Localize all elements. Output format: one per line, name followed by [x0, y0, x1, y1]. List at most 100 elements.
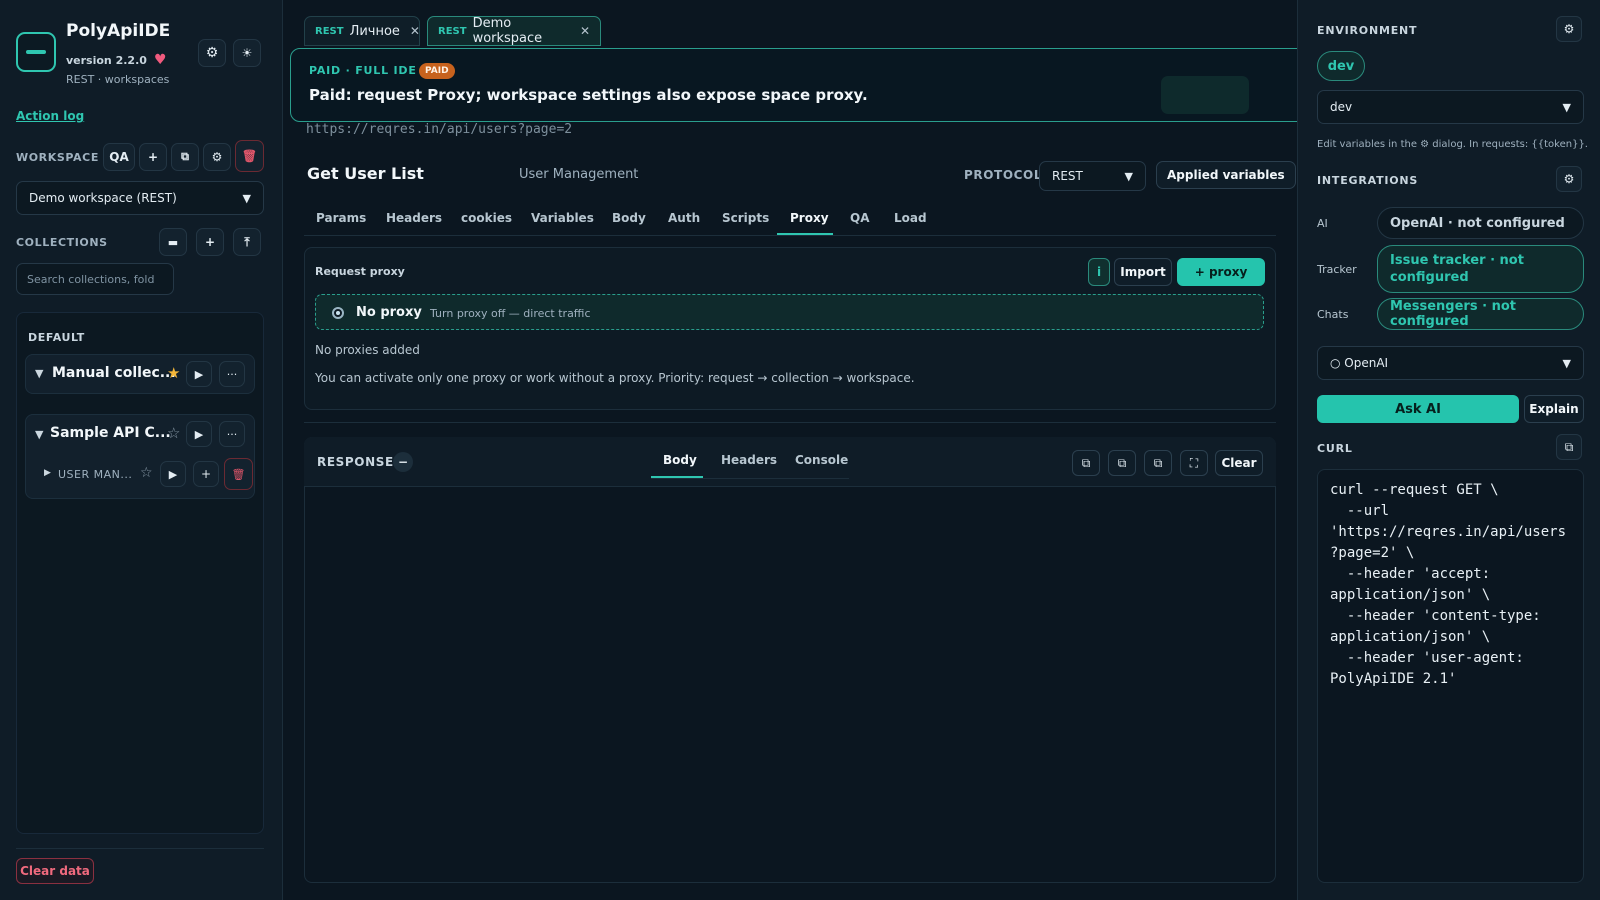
- star-icon[interactable]: ★: [167, 364, 180, 382]
- tab-scripts[interactable]: Scripts: [722, 211, 769, 225]
- integration-name-tracker: Tracker: [1317, 263, 1357, 276]
- response-tab-body[interactable]: Body: [663, 453, 697, 467]
- star-outline-icon[interactable]: ☆: [140, 465, 153, 481]
- tab-cookies[interactable]: cookies: [461, 211, 512, 225]
- tab-headers[interactable]: Headers: [386, 211, 442, 225]
- add-workspace-button[interactable]: +: [139, 143, 167, 171]
- request-title[interactable]: Get User List: [307, 164, 424, 183]
- tab-qa[interactable]: QA: [850, 211, 870, 225]
- add-collection-button[interactable]: +: [196, 228, 224, 256]
- tab-variables[interactable]: Variables: [531, 211, 594, 225]
- no-proxy-option[interactable]: No proxy Turn proxy off — direct traffic: [315, 294, 1264, 330]
- protocol-select[interactable]: REST ▼: [1039, 161, 1146, 191]
- tab-load[interactable]: Load: [894, 211, 927, 225]
- clear-data-button[interactable]: Clear data: [16, 858, 94, 884]
- caret-right-icon[interactable]: ▶: [44, 468, 51, 478]
- new-folder-icon[interactable]: ▬: [159, 228, 187, 256]
- fullscreen-icon[interactable]: ⛶: [1180, 450, 1208, 476]
- folder-name: USER MAN...: [58, 468, 133, 481]
- workspace-role-badge[interactable]: QA: [103, 143, 135, 171]
- copy-curl-icon[interactable]: ⧉: [1556, 434, 1582, 460]
- integration-tracker-status[interactable]: Issue tracker · not configured: [1377, 245, 1584, 293]
- tab-body[interactable]: Body: [612, 211, 646, 225]
- app-subtitle: REST · workspaces: [66, 73, 170, 86]
- send-button-obscured[interactable]: [1161, 76, 1249, 114]
- copy-headers-icon[interactable]: ⧉: [1108, 450, 1136, 476]
- applied-variables-button[interactable]: Applied variables: [1156, 161, 1296, 189]
- action-log-link[interactable]: Action log: [16, 109, 84, 123]
- environment-help-text: Edit variables in the ⚙ dialog. In reque…: [1317, 139, 1588, 150]
- tab-protocol: REST: [315, 25, 344, 37]
- clear-response-button[interactable]: Clear: [1215, 450, 1263, 476]
- integrations-label: INTEGRATIONS: [1317, 174, 1419, 187]
- environment-select[interactable]: dev ▼: [1317, 90, 1584, 124]
- workspace-label: WORKSPACE: [16, 151, 99, 164]
- workspace-select[interactable]: Demo workspace (REST) ▼: [16, 181, 264, 215]
- ask-ai-button[interactable]: Ask AI: [1317, 395, 1519, 423]
- protocol-label: PROTOCOL: [964, 168, 1043, 182]
- tab-proxy[interactable]: Proxy: [790, 211, 829, 225]
- proxy-priority-note: You can activate only one proxy or work …: [315, 371, 915, 385]
- banner-message: Paid: request Proxy; workspace settings …: [309, 86, 868, 104]
- curl-code-block[interactable]: curl --request GET \ --url 'https://reqr…: [1317, 469, 1584, 883]
- caret-down-icon[interactable]: ▼: [35, 367, 43, 380]
- paid-feature-banner: PAID · FULL IDE PAID Paid: request Proxy…: [290, 48, 1310, 122]
- add-request-button[interactable]: +: [193, 461, 219, 487]
- collection-item[interactable]: ▼ Sample API C... ☆ ▶ ··· ▶ USER MAN... …: [25, 414, 255, 499]
- integration-ai-status[interactable]: OpenAI · not configured: [1377, 207, 1584, 239]
- curl-line: PolyApiIDE 2.1': [1330, 671, 1457, 687]
- curl-line: application/json' \: [1330, 629, 1491, 645]
- copy-all-icon[interactable]: ⧉: [1144, 450, 1172, 476]
- add-proxy-button[interactable]: + proxy: [1177, 258, 1265, 286]
- left-sidebar: PolyApiIDE version 2.2.0 ♥ REST · worksp…: [0, 0, 283, 900]
- settings-gear-icon[interactable]: ⚙: [198, 39, 226, 67]
- collection-name: Sample API C...: [50, 425, 171, 441]
- run-collection-play-icon[interactable]: ▶: [186, 421, 212, 447]
- close-icon[interactable]: ✕: [580, 24, 590, 38]
- tab-auth[interactable]: Auth: [668, 211, 700, 225]
- copy-icon[interactable]: ⧉: [1072, 450, 1100, 476]
- collection-name: Manual collec...: [52, 365, 176, 381]
- ai-provider-select[interactable]: ○ OpenAI ▼: [1317, 346, 1584, 380]
- heart-icon[interactable]: ♥: [154, 52, 167, 68]
- caret-down-icon[interactable]: ▼: [35, 428, 43, 441]
- integration-chats-status[interactable]: Messengers · not configured: [1377, 298, 1584, 330]
- theme-sun-icon[interactable]: ☀: [233, 39, 261, 67]
- request-url-input[interactable]: https://reqres.in/api/users?page=2: [306, 122, 572, 137]
- close-icon[interactable]: ✕: [410, 24, 420, 38]
- curl-line: --header 'content-type:: [1330, 608, 1541, 624]
- info-button[interactable]: i: [1088, 258, 1110, 286]
- import-proxy-button[interactable]: Import: [1114, 258, 1172, 286]
- copy-workspace-icon[interactable]: ⧉: [171, 143, 199, 171]
- response-tab-console[interactable]: Console: [795, 453, 848, 467]
- run-collection-play-icon[interactable]: ▶: [186, 361, 212, 387]
- tab-personal[interactable]: REST Личное ✕: [304, 16, 420, 46]
- workspace-settings-icon[interactable]: ⚙: [203, 143, 231, 171]
- app-name: PolyApiIDE: [66, 21, 171, 41]
- delete-folder-trash-icon[interactable]: 🗑: [224, 458, 253, 490]
- response-panel: [304, 437, 1276, 883]
- upload-collection-icon[interactable]: ⤒: [233, 228, 261, 256]
- collections-search-input[interactable]: Search collections, fold: [16, 263, 174, 295]
- environment-chip[interactable]: dev: [1317, 51, 1365, 81]
- more-options-icon[interactable]: ···: [219, 421, 245, 447]
- environment-settings-gear-icon[interactable]: ⚙: [1556, 16, 1582, 42]
- collapse-minus-icon[interactable]: −: [393, 452, 413, 472]
- delete-workspace-trash-icon[interactable]: 🗑: [235, 140, 264, 172]
- tab-demo-workspace[interactable]: REST Demo workspace ✕: [427, 16, 601, 46]
- explain-button[interactable]: Explain: [1524, 395, 1584, 423]
- collection-item[interactable]: ▼ Manual collec... ★ ▶ ···: [25, 354, 255, 394]
- radio-selected-icon[interactable]: [332, 307, 344, 319]
- chevron-down-icon: ▼: [1562, 356, 1571, 370]
- tab-params[interactable]: Params: [316, 211, 366, 225]
- more-options-icon[interactable]: ···: [219, 361, 245, 387]
- integrations-settings-gear-icon[interactable]: ⚙: [1556, 166, 1582, 192]
- response-tab-headers[interactable]: Headers: [721, 453, 777, 467]
- star-outline-icon[interactable]: ☆: [167, 424, 180, 442]
- run-folder-play-icon[interactable]: ▶: [160, 461, 186, 487]
- response-label: RESPONSE: [317, 455, 394, 469]
- curl-label: CURL: [1317, 442, 1353, 455]
- workspace-select-value: Demo workspace (REST): [29, 191, 177, 205]
- folder-item[interactable]: ▶ USER MAN... ☆ ▶ + 🗑: [32, 457, 253, 493]
- chevron-down-icon: ▼: [242, 191, 251, 205]
